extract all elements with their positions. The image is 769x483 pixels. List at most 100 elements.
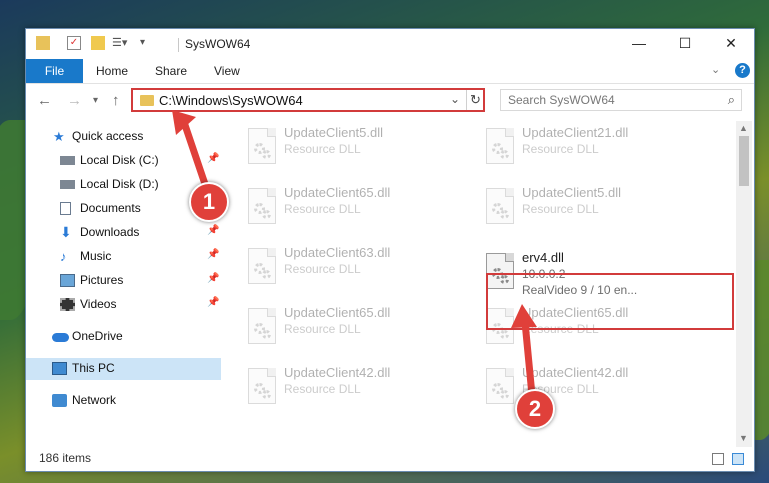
dll-file-icon bbox=[248, 248, 276, 284]
sidebar-item-pictures[interactable]: Pictures 📌 bbox=[26, 270, 221, 292]
dll-file-icon bbox=[248, 128, 276, 164]
step-badge-2: 2 bbox=[515, 389, 555, 429]
tab-home[interactable]: Home bbox=[96, 59, 128, 83]
maximize-button[interactable]: ☐ bbox=[662, 29, 708, 59]
up-arrow-icon[interactable]: ↑ bbox=[112, 92, 120, 109]
step-badge-1: 1 bbox=[189, 182, 229, 222]
documents-icon bbox=[60, 202, 71, 215]
pin-icon[interactable]: 📌 bbox=[207, 249, 219, 260]
file-type: Resource DLL bbox=[522, 142, 599, 156]
details-view-icon[interactable] bbox=[712, 453, 724, 465]
close-button[interactable]: ✕ bbox=[708, 29, 754, 59]
minimize-button[interactable]: — bbox=[616, 29, 662, 59]
sidebar-item-label: Local Disk (C:) bbox=[80, 153, 159, 167]
file-name: UpdateClient65.dll bbox=[284, 185, 391, 200]
file-name: UpdateClient42.dll bbox=[284, 365, 391, 380]
search-icon[interactable]: ⌕ bbox=[728, 92, 735, 108]
address-path[interactable]: C:\Windows\SysWOW64 bbox=[159, 93, 303, 108]
file-tile[interactable]: UpdateClient63.dll Resource DLL bbox=[236, 245, 466, 299]
file-tile[interactable]: UpdateClient42.dll Resource DLL bbox=[236, 365, 466, 419]
pin-icon[interactable]: 📌 bbox=[207, 153, 219, 164]
item-count: 186 items bbox=[39, 451, 92, 465]
download-icon: ⬇ bbox=[60, 224, 72, 240]
file-name: UpdateClient65.dll bbox=[284, 305, 391, 320]
network-icon bbox=[52, 394, 67, 407]
refresh-icon[interactable]: ↻ bbox=[466, 90, 484, 110]
file-name: erv4.dll bbox=[522, 250, 564, 265]
dll-file-icon bbox=[486, 128, 514, 164]
file-tile[interactable]: UpdateClient65.dll Resource DLL bbox=[236, 185, 466, 239]
dll-file-icon bbox=[248, 368, 276, 404]
help-icon[interactable]: ? bbox=[735, 63, 750, 78]
explorer-window: ✓ ☰▾ ▾ SysWOW64 — ☐ ✕ File Home Share Vi… bbox=[25, 28, 755, 472]
sidebar-item-label: Pictures bbox=[80, 273, 124, 287]
sidebar-item-label: Downloads bbox=[80, 225, 140, 239]
file-tile[interactable]: UpdateClient5.dll Resource DLL bbox=[474, 185, 704, 239]
window-title: SysWOW64 bbox=[185, 37, 251, 51]
computer-icon bbox=[52, 362, 67, 375]
address-dropdown-icon[interactable]: ⌄ bbox=[450, 92, 460, 106]
file-type: Resource DLL bbox=[284, 382, 361, 396]
file-tile[interactable]: UpdateClient65.dll Resource DLL bbox=[236, 305, 466, 359]
title-bar: ✓ ☰▾ ▾ SysWOW64 — ☐ ✕ bbox=[26, 29, 754, 59]
sidebar-item-label: OneDrive bbox=[72, 329, 123, 343]
sidebar-item-label: Music bbox=[80, 249, 112, 263]
expand-ribbon-icon[interactable]: ⌄ bbox=[711, 63, 720, 76]
quick-access-customize-icon[interactable]: ☰▾ bbox=[112, 36, 132, 50]
status-bar: 186 items bbox=[26, 447, 754, 471]
videos-icon bbox=[60, 298, 75, 311]
properties-icon[interactable]: ✓ bbox=[67, 36, 81, 50]
pin-icon[interactable]: 📌 bbox=[207, 273, 219, 284]
scroll-up-icon[interactable]: ▲ bbox=[739, 123, 748, 133]
pin-icon[interactable]: 📌 bbox=[207, 297, 219, 308]
folder-icon[interactable] bbox=[36, 36, 50, 50]
recent-locations-icon[interactable]: ▾ bbox=[93, 95, 98, 106]
sidebar-item-label: This PC bbox=[72, 361, 115, 375]
file-name: UpdateClient21.dll bbox=[522, 125, 629, 140]
sidebar-item-this-pc[interactable]: This PC bbox=[26, 358, 221, 380]
tab-share[interactable]: Share bbox=[155, 59, 187, 83]
dropdown-chevron-icon[interactable]: ▾ bbox=[140, 36, 154, 50]
file-type: Resource DLL bbox=[284, 262, 361, 276]
drive-icon bbox=[60, 156, 75, 165]
forward-arrow-icon[interactable]: → bbox=[67, 92, 82, 109]
cloud-icon bbox=[52, 333, 69, 342]
sidebar-item-local-disk-c[interactable]: Local Disk (C:) 📌 bbox=[26, 150, 221, 172]
back-arrow-icon[interactable]: ← bbox=[37, 92, 52, 109]
ribbon-tabs: File Home Share View ⌄ ? bbox=[26, 59, 754, 84]
music-icon: ♪ bbox=[60, 249, 67, 264]
file-highlight-box bbox=[486, 273, 734, 330]
sidebar-item-label: Documents bbox=[80, 201, 141, 215]
tab-view[interactable]: View bbox=[214, 59, 240, 83]
sidebar-item-onedrive[interactable]: OneDrive bbox=[26, 326, 221, 348]
file-name: UpdateClient42.dll bbox=[522, 365, 629, 380]
sidebar-item-music[interactable]: ♪ Music 📌 bbox=[26, 246, 221, 268]
search-input[interactable]: Search SysWOW64 ⌕ bbox=[500, 89, 742, 111]
sidebar-item-downloads[interactable]: ⬇ Downloads 📌 bbox=[26, 222, 221, 244]
file-name: UpdateClient5.dll bbox=[522, 185, 622, 200]
sidebar-item-network[interactable]: Network bbox=[26, 390, 221, 412]
file-type: Resource DLL bbox=[284, 202, 361, 216]
dll-file-icon bbox=[248, 308, 276, 344]
file-tile[interactable]: UpdateClient21.dll Resource DLL bbox=[474, 125, 704, 179]
folder-icon bbox=[140, 95, 154, 106]
scrollbar-thumb[interactable] bbox=[739, 136, 749, 186]
file-tile[interactable]: UpdateClient5.dll Resource DLL bbox=[236, 125, 466, 179]
tab-file[interactable]: File bbox=[26, 59, 83, 83]
file-name: UpdateClient5.dll bbox=[284, 125, 384, 140]
large-icons-view-icon[interactable] bbox=[732, 453, 744, 465]
dll-file-icon bbox=[486, 188, 514, 224]
scroll-down-icon[interactable]: ▼ bbox=[739, 433, 748, 443]
address-bar[interactable]: C:\Windows\SysWOW64 ⌄ ↻ bbox=[131, 88, 485, 112]
sidebar-item-label: Local Disk (D:) bbox=[80, 177, 159, 191]
sidebar-item-videos[interactable]: Videos 📌 bbox=[26, 294, 221, 316]
file-type: Resource DLL bbox=[284, 142, 361, 156]
pin-icon[interactable]: 📌 bbox=[207, 225, 219, 236]
sidebar-item-quick-access[interactable]: ★ Quick access bbox=[26, 126, 221, 148]
drive-icon bbox=[60, 180, 75, 189]
vertical-scrollbar[interactable]: ▲ ▼ bbox=[736, 121, 752, 447]
sidebar-item-label: Network bbox=[72, 393, 117, 407]
file-tile[interactable]: UpdateClient42.dll Resource DLL bbox=[474, 365, 704, 419]
title-divider bbox=[178, 38, 179, 52]
new-folder-icon[interactable] bbox=[91, 36, 105, 50]
